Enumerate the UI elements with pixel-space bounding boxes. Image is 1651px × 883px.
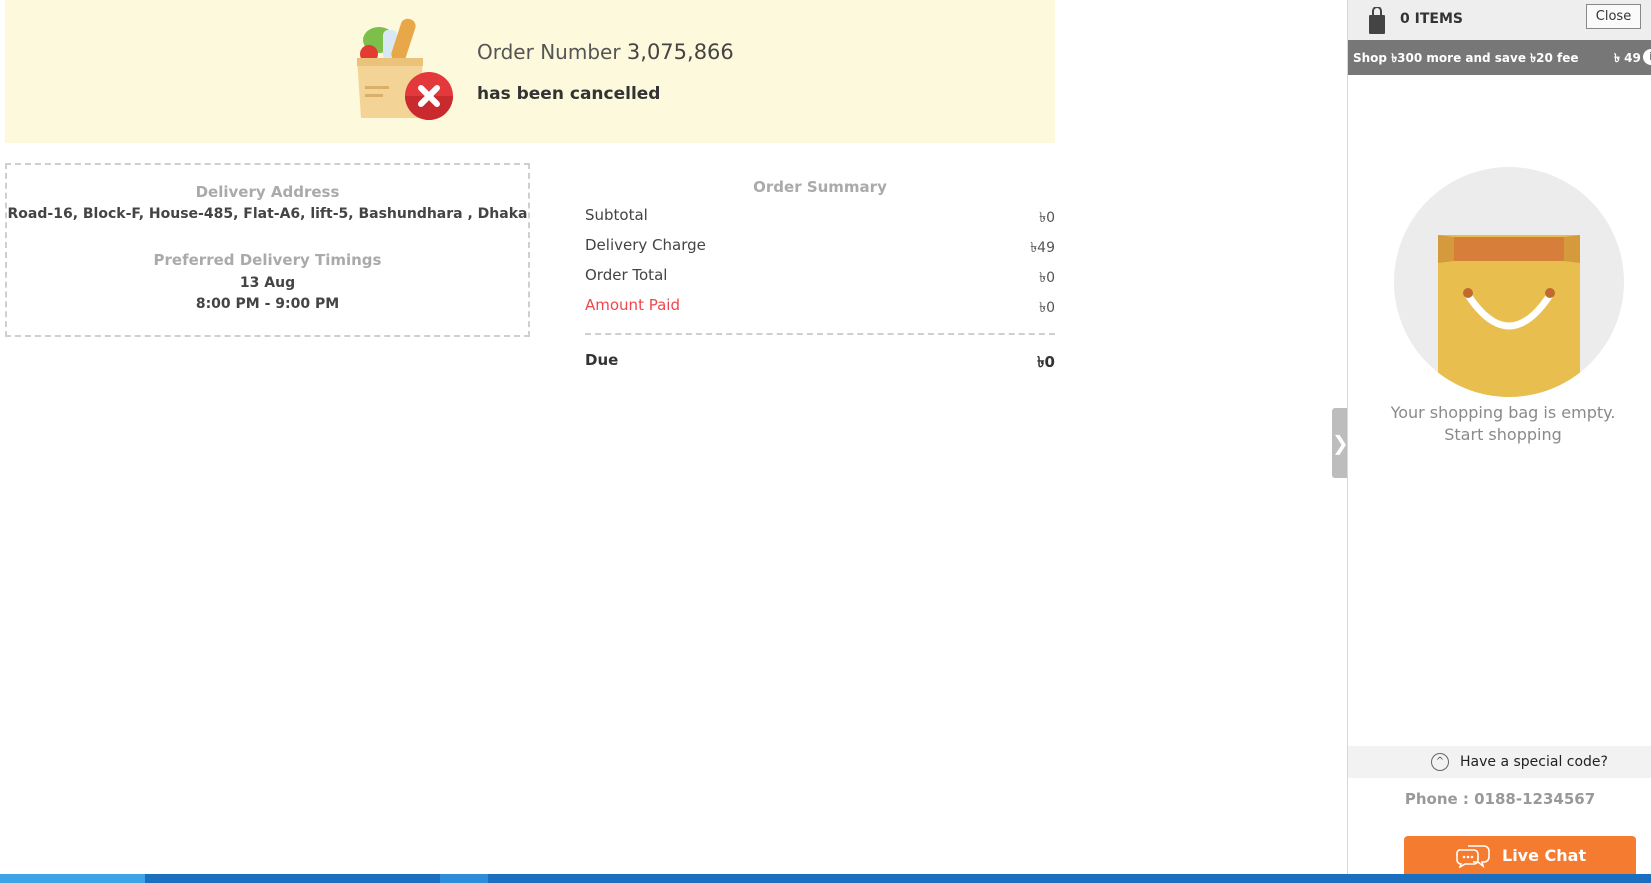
due-value: ৳0 [1037, 353, 1055, 371]
delivery-info-box: Delivery Address Road-16, Block-F, House… [5, 163, 530, 337]
live-chat-label: Live Chat [1502, 846, 1587, 865]
summary-row-due: Due ৳0 [585, 351, 1055, 376]
delivery-time: 8:00 PM - 9:00 PM [195, 296, 340, 312]
live-chat-button[interactable]: Live Chat [1404, 836, 1636, 876]
summary-row-amount-paid: Amount Paid ৳0 [585, 296, 1055, 326]
summary-divider [585, 333, 1055, 351]
delivery-timing-title: Preferred Delivery Timings [153, 251, 382, 269]
order-number-line: Order Number 3,075,866 [477, 40, 734, 64]
summary-value: ৳0 [1039, 270, 1055, 286]
taskbar-segment[interactable] [440, 874, 488, 883]
page-root: Order Number 3,075,866 has been cancelle… [0, 0, 1651, 883]
order-number: 3,075,866 [626, 40, 734, 64]
due-label: Due [585, 351, 619, 369]
summary-label: Subtotal [585, 206, 648, 224]
cart-header: 0 ITEMS Close [1348, 0, 1651, 40]
promo-text: Shop ৳300 more and save ৳20 fee [1353, 51, 1579, 65]
summary-row-subtotal: Subtotal ৳0 [585, 206, 1055, 236]
summary-value: ৳0 [1039, 210, 1055, 226]
chat-bubble-icon [1456, 845, 1490, 868]
taskbar-segment[interactable] [0, 874, 145, 883]
shopping-bag-icon [1369, 7, 1385, 34]
empty-bag-illustration [1394, 167, 1624, 397]
order-number-label: Order Number [477, 40, 621, 64]
info-icon[interactable]: i [1643, 49, 1651, 65]
promo-fee: ৳ 49 [1614, 51, 1641, 65]
order-summary-title: Order Summary [753, 178, 887, 196]
summary-row-delivery-charge: Delivery Charge ৳49 [585, 236, 1055, 266]
order-status-banner: Order Number 3,075,866 has been cancelle… [5, 0, 1055, 143]
cart-item-count: 0 ITEMS [1400, 11, 1463, 27]
delivery-fee-promo-bar: Shop ৳300 more and save ৳20 fee ৳ 49 i [1348, 40, 1651, 75]
chevron-up-icon: ^ [1431, 753, 1449, 771]
cart-collapse-toggle[interactable]: ❯ [1332, 408, 1349, 478]
cart-sidebar: 0 ITEMS Close Shop ৳300 more and save ৳2… [1347, 0, 1651, 876]
close-cart-button[interactable]: Close [1586, 4, 1641, 29]
summary-value: ৳49 [1030, 240, 1055, 256]
delivery-date: 13 Aug [239, 275, 296, 291]
delivery-address-title: Delivery Address [195, 183, 340, 201]
delivery-address: Road-16, Block-F, House-485, Flat-A6, li… [7, 206, 528, 222]
os-taskbar [0, 874, 1651, 883]
summary-label: Delivery Charge [585, 236, 706, 254]
special-code-toggle[interactable]: ^ Have a special code? [1348, 746, 1651, 778]
summary-label: Order Total [585, 266, 668, 284]
summary-label: Amount Paid [585, 296, 680, 314]
support-phone: Phone : 0188-1234567 [1404, 790, 1596, 808]
summary-value: ৳0 [1039, 300, 1055, 316]
summary-row-order-total: Order Total ৳0 [585, 266, 1055, 296]
grocery-bag-icon [357, 18, 453, 120]
order-status-text: has been cancelled [477, 84, 661, 104]
special-code-label: Have a special code? [1460, 754, 1608, 770]
empty-cart-message: Your shopping bag is empty. Start shoppi… [1390, 403, 1616, 444]
order-summary: Order Summary Subtotal ৳0 Delivery Charg… [585, 178, 1055, 376]
